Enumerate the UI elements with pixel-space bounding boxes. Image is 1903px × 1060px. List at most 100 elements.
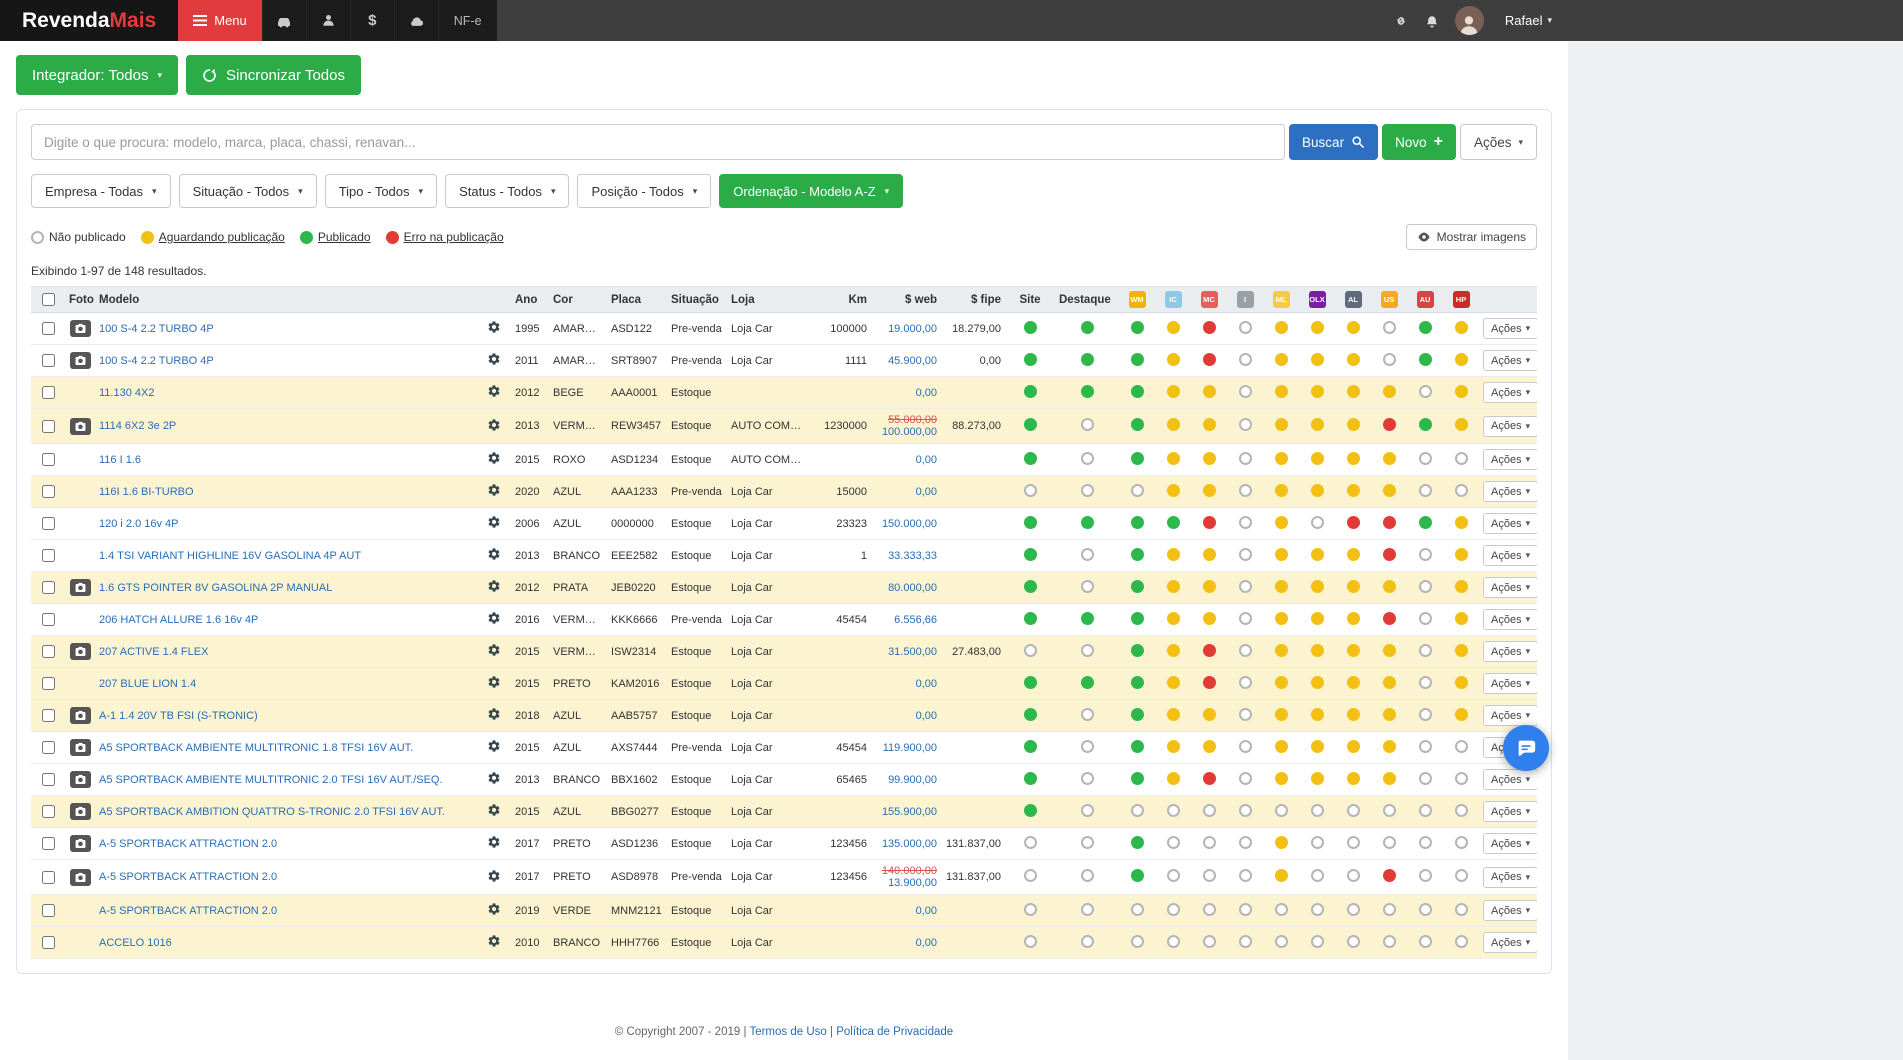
gear-icon[interactable]	[487, 418, 501, 432]
row-acoes-button[interactable]: Ações▾	[1483, 769, 1537, 790]
filter-button-4[interactable]: Status - Todos▾	[445, 174, 569, 208]
row-acoes-button[interactable]: Ações▾	[1483, 545, 1537, 566]
row-checkbox[interactable]	[42, 871, 55, 884]
camera-icon[interactable]	[70, 771, 91, 788]
vehicle-model-link[interactable]: 1.4 TSI VARIANT HIGHLINE 16V GASOLINA 4P…	[99, 550, 361, 562]
vehicle-model-link[interactable]: 100 S-4 2.2 TURBO 4P	[99, 355, 214, 367]
row-acoes-button[interactable]: Ações▾	[1483, 577, 1537, 598]
vehicle-model-link[interactable]: ACCELO 1016	[99, 937, 172, 949]
row-acoes-button[interactable]: Ações▾	[1483, 801, 1537, 822]
vehicle-model-link[interactable]: 207 BLUE LION 1.4	[99, 678, 196, 690]
camera-icon[interactable]	[70, 352, 91, 369]
novo-button[interactable]: Novo +	[1382, 124, 1456, 160]
row-acoes-button[interactable]: Ações▾	[1483, 900, 1537, 921]
web-price-link[interactable]: 135.000,00	[875, 838, 937, 850]
web-price-link[interactable]: 33.333,33	[875, 550, 937, 562]
web-price-link[interactable]: 0,00	[875, 678, 937, 690]
row-acoes-button[interactable]: Ações▾	[1483, 481, 1537, 502]
vehicle-model-link[interactable]: A5 SPORTBACK AMBIENTE MULTITRONIC 1.8 TF…	[99, 742, 413, 754]
web-price-link[interactable]: 100.000,00	[875, 426, 937, 438]
vehicles-nav-button[interactable]	[262, 0, 306, 41]
gear-icon[interactable]	[487, 352, 501, 366]
gear-icon[interactable]	[487, 835, 501, 849]
filter-button-6[interactable]: Ordenação - Modelo A-Z▾	[719, 174, 903, 208]
integrations-link-button[interactable]	[1393, 13, 1409, 29]
row-acoes-button[interactable]: Ações▾	[1483, 350, 1537, 371]
vehicle-model-link[interactable]: 120 i 2.0 16v 4P	[99, 518, 179, 530]
gear-icon[interactable]	[487, 579, 501, 593]
vehicle-model-link[interactable]: 1.6 GTS POINTER 8V GASOLINA 2P MANUAL	[99, 582, 332, 594]
vehicle-model-link[interactable]: 100 S-4 2.2 TURBO 4P	[99, 323, 214, 335]
web-price-link[interactable]: 0,00	[875, 710, 937, 722]
row-checkbox[interactable]	[42, 453, 55, 466]
camera-icon[interactable]	[70, 835, 91, 852]
web-price-link[interactable]: 0,00	[875, 905, 937, 917]
camera-icon[interactable]	[70, 643, 91, 660]
row-acoes-button[interactable]: Ações▾	[1483, 673, 1537, 694]
gear-icon[interactable]	[487, 771, 501, 785]
gear-icon[interactable]	[487, 515, 501, 529]
row-checkbox[interactable]	[42, 805, 55, 818]
legend-item-3[interactable]: Publicado	[300, 230, 371, 244]
camera-icon[interactable]	[70, 418, 91, 435]
user-menu[interactable]: Rafael▾	[1499, 12, 1558, 29]
gear-icon[interactable]	[487, 675, 501, 689]
web-price-link[interactable]: 0,00	[875, 387, 937, 399]
brand-logo[interactable]: RevendaMais	[0, 0, 178, 41]
filter-button-3[interactable]: Tipo - Todos▾	[325, 174, 437, 208]
row-acoes-button[interactable]: Ações▾	[1483, 318, 1537, 339]
row-checkbox[interactable]	[42, 709, 55, 722]
termos-link[interactable]: Termos de Uso	[749, 1026, 826, 1038]
row-checkbox[interactable]	[42, 581, 55, 594]
web-price-link[interactable]: 119.900,00	[875, 742, 937, 754]
vehicle-model-link[interactable]: 207 ACTIVE 1.4 FLEX	[99, 646, 208, 658]
cloud-nav-button[interactable]	[394, 0, 438, 41]
clients-nav-button[interactable]	[306, 0, 350, 41]
row-acoes-button[interactable]: Ações▾	[1483, 382, 1537, 403]
nfe-button[interactable]: NF-e	[438, 0, 497, 41]
web-price-link[interactable]: 150.000,00	[875, 518, 937, 530]
row-acoes-button[interactable]: Ações▾	[1483, 449, 1537, 470]
camera-icon[interactable]	[70, 707, 91, 724]
gear-icon[interactable]	[487, 869, 501, 883]
gear-icon[interactable]	[487, 384, 501, 398]
web-price-link[interactable]: 0,00	[875, 937, 937, 949]
row-checkbox[interactable]	[42, 485, 55, 498]
camera-icon[interactable]	[70, 803, 91, 820]
finance-nav-button[interactable]: $	[350, 0, 394, 41]
vehicle-model-link[interactable]: 116 I 1.6	[99, 454, 141, 466]
vehicle-model-link[interactable]: A-5 SPORTBACK ATTRACTION 2.0	[99, 838, 277, 850]
web-price-link[interactable]: 0,00	[875, 486, 937, 498]
search-input[interactable]	[31, 124, 1285, 160]
camera-icon[interactable]	[70, 869, 91, 886]
row-checkbox[interactable]	[42, 613, 55, 626]
web-price-link[interactable]: 99.900,00	[875, 774, 937, 786]
sincronizar-button[interactable]: Sincronizar Todos	[186, 55, 361, 95]
vehicle-model-link[interactable]: A-5 SPORTBACK ATTRACTION 2.0	[99, 905, 277, 917]
menu-button[interactable]: Menu	[178, 0, 262, 41]
row-checkbox[interactable]	[42, 936, 55, 949]
row-checkbox[interactable]	[42, 677, 55, 690]
row-checkbox[interactable]	[42, 517, 55, 530]
gear-icon[interactable]	[487, 611, 501, 625]
web-price-link[interactable]: 31.500,00	[875, 646, 937, 658]
vehicle-model-link[interactable]: 206 HATCH ALLURE 1.6 16v 4P	[99, 614, 258, 626]
row-checkbox[interactable]	[42, 773, 55, 786]
gear-icon[interactable]	[487, 483, 501, 497]
legend-item-4[interactable]: Erro na publicação	[386, 230, 504, 244]
vehicle-model-link[interactable]: A-5 SPORTBACK ATTRACTION 2.0	[99, 871, 277, 883]
chat-widget-button[interactable]	[1503, 725, 1549, 771]
legend-item-2[interactable]: Aguardando publicação	[141, 230, 285, 244]
web-price-link[interactable]: 0,00	[875, 454, 937, 466]
gear-icon[interactable]	[487, 902, 501, 916]
row-acoes-button[interactable]: Ações▾	[1483, 416, 1537, 437]
select-all-checkbox[interactable]	[42, 293, 55, 306]
row-acoes-button[interactable]: Ações▾	[1483, 867, 1537, 888]
gear-icon[interactable]	[487, 707, 501, 721]
gear-icon[interactable]	[487, 803, 501, 817]
row-checkbox[interactable]	[42, 420, 55, 433]
row-checkbox[interactable]	[42, 549, 55, 562]
gear-icon[interactable]	[487, 320, 501, 334]
row-acoes-button[interactable]: Ações▾	[1483, 833, 1537, 854]
row-checkbox[interactable]	[42, 645, 55, 658]
